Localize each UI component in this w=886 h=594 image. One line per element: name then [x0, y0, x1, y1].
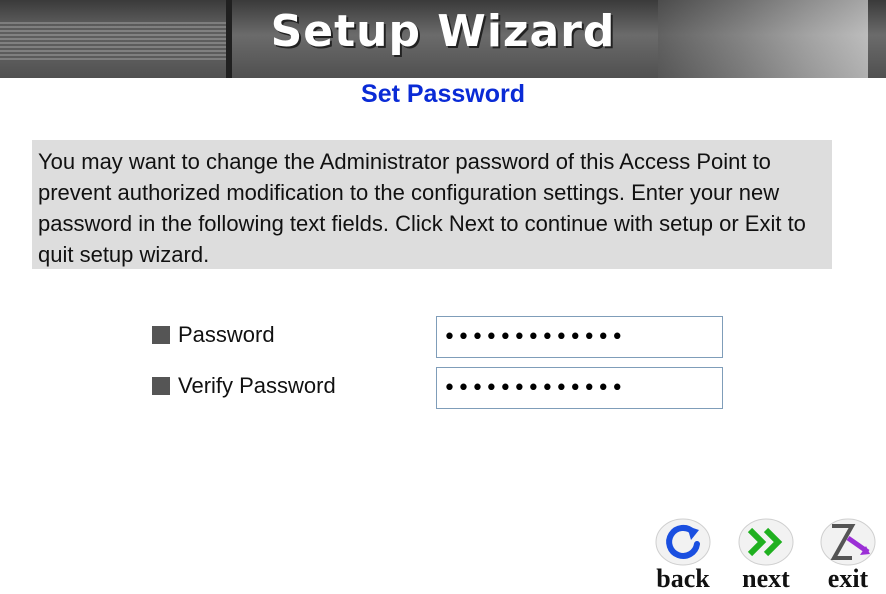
double-chevron-right-icon — [738, 518, 794, 566]
verify-password-label: Verify Password — [178, 373, 336, 398]
back-button[interactable]: back — [647, 518, 719, 593]
back-label: back — [656, 564, 710, 593]
instructions-text: You may want to change the Administrator… — [32, 140, 832, 269]
exit-arrow-icon — [820, 518, 876, 566]
next-button[interactable]: next — [730, 518, 802, 593]
page-title: Set Password — [361, 80, 525, 108]
password-label: Password — [178, 322, 275, 347]
bullet-square-icon — [152, 377, 170, 395]
back-arrow-icon — [655, 518, 711, 566]
verify-password-row: Verify Password — [152, 367, 732, 409]
bullet-square-icon — [152, 326, 170, 344]
exit-label: exit — [827, 564, 869, 593]
next-label: next — [742, 564, 790, 593]
exit-button[interactable]: exit — [812, 518, 884, 593]
password-row: Password — [152, 316, 732, 358]
password-input[interactable] — [436, 316, 723, 358]
verify-password-input[interactable] — [436, 367, 723, 409]
wizard-title: Setup Wizard — [270, 6, 616, 57]
header-banner: Setup Wizard — [0, 0, 886, 78]
